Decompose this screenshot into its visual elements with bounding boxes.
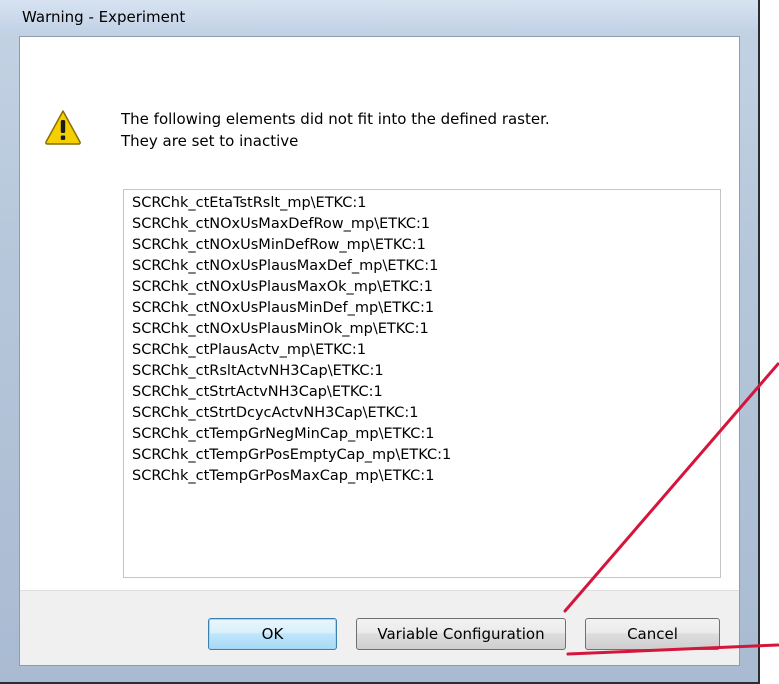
dialog-window: Warning - Experiment The following eleme… xyxy=(0,0,760,684)
dialog-content: The following elements did not fit into … xyxy=(19,36,740,666)
warning-message: The following elements did not fit into … xyxy=(121,108,550,152)
ok-button[interactable]: OK xyxy=(208,618,337,650)
message-line-2: They are set to inactive xyxy=(121,132,299,150)
variable-configuration-button[interactable]: Variable Configuration xyxy=(356,618,566,650)
list-item[interactable]: SCRChk_ctStrtActvNH3Cap\ETKC:1 xyxy=(132,382,720,403)
list-item[interactable]: SCRChk_ctTempGrNegMinCap_mp\ETKC:1 xyxy=(132,424,720,445)
inactive-elements-list[interactable]: SCRChk_ctEtaTstRslt_mp\ETKC:1 SCRChk_ctN… xyxy=(123,189,721,578)
message-line-1: The following elements did not fit into … xyxy=(121,110,550,128)
window-title: Warning - Experiment xyxy=(22,8,186,26)
warning-icon xyxy=(45,110,81,145)
list-item[interactable]: SCRChk_ctNOxUsPlausMinOk_mp\ETKC:1 xyxy=(132,319,720,340)
list-item[interactable]: SCRChk_ctNOxUsPlausMaxDef_mp\ETKC:1 xyxy=(132,256,720,277)
list-item[interactable]: SCRChk_ctRsltActvNH3Cap\ETKC:1 xyxy=(132,361,720,382)
list-item[interactable]: SCRChk_ctEtaTstRslt_mp\ETKC:1 xyxy=(132,193,720,214)
list-item[interactable]: SCRChk_ctNOxUsMinDefRow_mp\ETKC:1 xyxy=(132,235,720,256)
title-bar[interactable]: Warning - Experiment xyxy=(0,0,758,32)
list-item[interactable]: SCRChk_ctTempGrPosEmptyCap_mp\ETKC:1 xyxy=(132,445,720,466)
list-item[interactable]: SCRChk_ctNOxUsPlausMinDef_mp\ETKC:1 xyxy=(132,298,720,319)
list-item[interactable]: SCRChk_ctPlausActv_mp\ETKC:1 xyxy=(132,340,720,361)
list-item[interactable]: SCRChk_ctNOxUsPlausMaxOk_mp\ETKC:1 xyxy=(132,277,720,298)
list-item[interactable]: SCRChk_ctNOxUsMaxDefRow_mp\ETKC:1 xyxy=(132,214,720,235)
list-item[interactable]: SCRChk_ctTempGrPosMaxCap_mp\ETKC:1 xyxy=(132,466,720,487)
cancel-button[interactable]: Cancel xyxy=(585,618,720,650)
list-item[interactable]: SCRChk_ctStrtDcycActvNH3Cap\ETKC:1 xyxy=(132,403,720,424)
